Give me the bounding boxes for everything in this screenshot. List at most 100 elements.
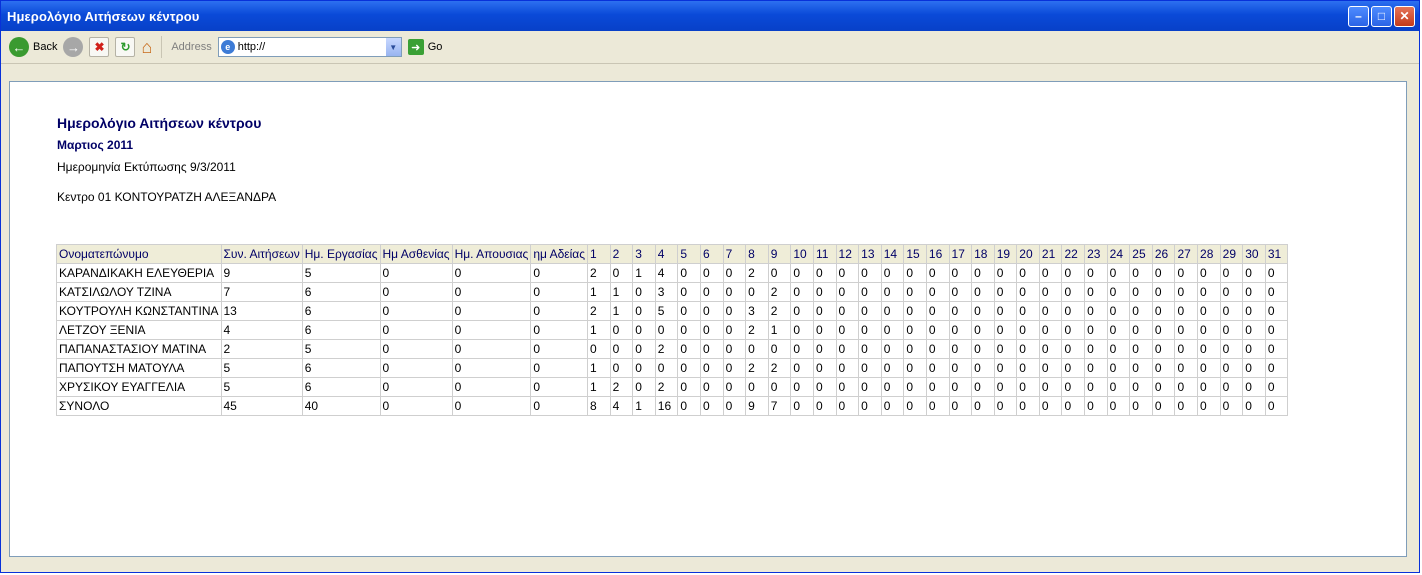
table-cell: 0 bbox=[971, 263, 995, 283]
table-cell: 0 bbox=[1016, 282, 1040, 302]
browser-window: Ημερολόγιο Αιτήσεων κέντρου – □ ✕ ← Back… bbox=[0, 0, 1420, 573]
table-cell: 0 bbox=[1219, 282, 1244, 302]
table-cell: 0 bbox=[925, 282, 950, 302]
table-cell: 0 bbox=[1129, 339, 1153, 359]
title-bar[interactable]: Ημερολόγιο Αιτήσεων κέντρου – □ ✕ bbox=[1, 1, 1419, 31]
table-cell: 0 bbox=[699, 301, 724, 321]
column-header: 2 bbox=[609, 244, 634, 264]
table-cell: 0 bbox=[993, 263, 1018, 283]
table-cell: 0 bbox=[790, 301, 814, 321]
table-cell: 0 bbox=[835, 320, 860, 340]
go-arrow-icon: ➜ bbox=[407, 39, 424, 55]
table-cell: 0 bbox=[654, 358, 679, 378]
home-icon: ⌂ bbox=[141, 36, 153, 57]
column-header: 21 bbox=[1038, 244, 1063, 264]
table-cell: 0 bbox=[925, 377, 950, 397]
back-button[interactable]: ← Back bbox=[9, 37, 57, 57]
table-cell: 0 bbox=[632, 301, 656, 321]
table-cell: 0 bbox=[1219, 320, 1244, 340]
close-button[interactable]: ✕ bbox=[1394, 5, 1415, 27]
column-header: 5 bbox=[677, 244, 701, 264]
stop-button[interactable]: ✖ bbox=[89, 37, 110, 57]
table-cell: 0 bbox=[790, 263, 814, 283]
table-cell: 0 bbox=[699, 377, 724, 397]
table-cell: 0 bbox=[677, 396, 701, 416]
table-cell: 3 bbox=[654, 282, 679, 302]
table-cell: 0 bbox=[1219, 358, 1244, 378]
back-label: Back bbox=[33, 41, 58, 53]
table-cell: 0 bbox=[1242, 263, 1266, 283]
table-cell: 1 bbox=[767, 320, 792, 340]
table-cell: 0 bbox=[1197, 320, 1221, 340]
table-cell: 0 bbox=[530, 263, 589, 283]
table-cell: 0 bbox=[1151, 377, 1176, 397]
table-cell: 2 bbox=[767, 282, 792, 302]
table-cell: 0 bbox=[812, 339, 837, 359]
table-cell: 0 bbox=[812, 263, 837, 283]
table-cell: 0 bbox=[835, 358, 860, 378]
report-center: Κεντρο 01 ΚΟΝΤΟΥΡΑΤΖΗ ΑΛΕΞΑΝΔΡΑ bbox=[57, 190, 277, 204]
table-cell: 0 bbox=[632, 320, 656, 340]
table-cell: 0 bbox=[451, 396, 532, 416]
table-cell: 45 bbox=[220, 396, 303, 416]
table-cell: 0 bbox=[1129, 377, 1153, 397]
table-cell: 0 bbox=[971, 377, 995, 397]
home-button[interactable]: ⌂ bbox=[141, 37, 152, 58]
table-cell: 2 bbox=[745, 358, 769, 378]
table-row: ΚΑΡΑΝΔΙΚΑΚΗ ΕΛΕΥΘΕΡΙΑ 9 5 0 0 0 2 0 1 4 0 0 0 2 0 0 0 0 0 0… bbox=[56, 263, 1289, 283]
table-cell: 0 bbox=[1219, 301, 1244, 321]
table-cell: 0 bbox=[379, 263, 453, 283]
table-cell: 0 bbox=[609, 358, 634, 378]
requests-table: Ονοματεπώνυμο Συν. Αιτήσεων Ημ. Εργασίας Ημ… bbox=[56, 244, 1289, 416]
go-button[interactable]: ➜ Go bbox=[407, 39, 442, 55]
table-cell: 2 bbox=[654, 339, 679, 359]
table-cell: 0 bbox=[790, 358, 814, 378]
table-cell: 0 bbox=[1106, 320, 1131, 340]
table-cell: 0 bbox=[971, 339, 995, 359]
table-cell: 0 bbox=[699, 339, 724, 359]
column-header: 23 bbox=[1084, 244, 1108, 264]
column-header: 12 bbox=[835, 244, 860, 264]
address-dropdown-button[interactable]: ▼ bbox=[385, 38, 401, 56]
table-cell: 0 bbox=[993, 358, 1018, 378]
table-cell: 0 bbox=[677, 358, 701, 378]
table-cell: 0 bbox=[948, 339, 973, 359]
report-month: Μαρτιος 2011 bbox=[57, 138, 134, 152]
table-cell: 0 bbox=[812, 377, 837, 397]
column-header: ημ Αδείας bbox=[530, 244, 589, 264]
column-header: 8 bbox=[745, 244, 769, 264]
table-cell: 0 bbox=[835, 301, 860, 321]
table-cell: 0 bbox=[835, 263, 860, 283]
table-cell: 16 bbox=[654, 396, 679, 416]
table-cell: 0 bbox=[767, 377, 792, 397]
table-cell: 0 bbox=[1219, 396, 1244, 416]
table-cell: 0 bbox=[530, 396, 589, 416]
table-cell: 0 bbox=[451, 339, 532, 359]
table-cell: 0 bbox=[632, 377, 656, 397]
table-cell: 0 bbox=[1038, 377, 1063, 397]
address-bar[interactable]: e http:// ▼ bbox=[217, 37, 402, 57]
table-cell: 0 bbox=[1084, 282, 1108, 302]
table-cell: 0 bbox=[1106, 358, 1131, 378]
column-header: 24 bbox=[1106, 244, 1131, 264]
minimize-button[interactable]: – bbox=[1348, 5, 1369, 27]
table-cell: 0 bbox=[745, 339, 769, 359]
table-cell: 0 bbox=[925, 339, 950, 359]
address-label: Address bbox=[171, 41, 212, 53]
address-input[interactable]: http:// bbox=[238, 41, 383, 53]
table-cell: 2 bbox=[767, 301, 792, 321]
refresh-button[interactable]: ↻ bbox=[115, 37, 136, 57]
table-cell: 1 bbox=[587, 377, 611, 397]
maximize-button[interactable]: □ bbox=[1371, 5, 1392, 27]
table-cell: 0 bbox=[379, 282, 453, 302]
table-cell: 0 bbox=[632, 282, 656, 302]
table-cell: 6 bbox=[301, 358, 381, 378]
table-cell: 5 bbox=[301, 339, 381, 359]
column-header: 13 bbox=[858, 244, 882, 264]
column-header: 7 bbox=[722, 244, 747, 264]
forward-button[interactable]: → bbox=[63, 37, 84, 57]
table-cell: 0 bbox=[1197, 301, 1221, 321]
table-cell: 0 bbox=[745, 282, 769, 302]
table-cell: 0 bbox=[880, 339, 905, 359]
table-cell: 0 bbox=[1129, 358, 1153, 378]
